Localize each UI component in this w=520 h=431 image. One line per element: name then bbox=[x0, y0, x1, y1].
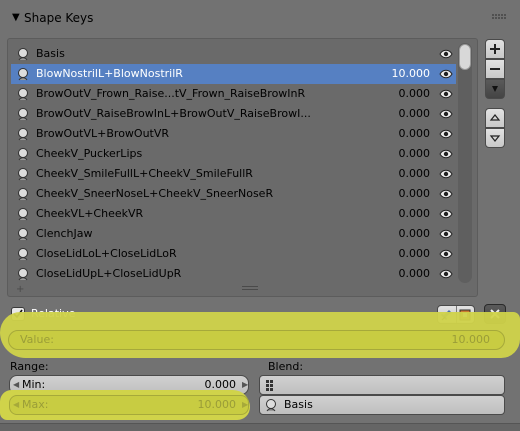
shape-key-row[interactable]: BrowOutV_Frown_Raise...tV_Frown_RaiseBro… bbox=[11, 84, 456, 104]
max-value: 10.000 bbox=[197, 398, 237, 411]
shape-key-row[interactable]: ClenchJaw 0.000 bbox=[11, 224, 456, 244]
shape-key-name: Basis bbox=[36, 47, 65, 60]
max-label: Max: bbox=[22, 398, 49, 411]
shape-key-icon bbox=[16, 67, 30, 81]
shape-key-icon bbox=[264, 398, 278, 412]
move-down-button[interactable] bbox=[485, 128, 505, 148]
shape-key-name: CheekV_PuckerLips bbox=[36, 147, 143, 160]
shape-key-value[interactable]: 0.000 bbox=[399, 127, 431, 141]
shape-key-name: CheekV_SmileFullL+CheekV_SmileFullR bbox=[36, 167, 253, 180]
filter-options-icon[interactable]: + bbox=[16, 285, 24, 295]
shape-key-value[interactable]: 0.000 bbox=[399, 187, 431, 201]
visibility-eye-icon[interactable] bbox=[439, 228, 453, 240]
relative-key-value: Basis bbox=[284, 398, 313, 411]
drag-grip-icon[interactable] bbox=[492, 14, 506, 22]
list-resize-handle[interactable] bbox=[242, 286, 258, 292]
visibility-eye-icon[interactable] bbox=[439, 88, 453, 100]
shape-key-name: BrowOutV_Frown_Raise...tV_Frown_RaiseBro… bbox=[36, 87, 306, 100]
collapse-arrow-icon[interactable]: ▼ bbox=[12, 12, 20, 24]
plus-icon bbox=[490, 44, 500, 54]
shape-key-value[interactable]: 0.000 bbox=[399, 267, 431, 281]
shape-key-row[interactable]: CheekV_PuckerLips 0.000 bbox=[11, 144, 456, 164]
max-decrement-arrow-icon[interactable]: ◀ bbox=[13, 398, 19, 412]
shape-key-icon bbox=[16, 167, 30, 181]
shape-key-value[interactable]: 10.000 bbox=[392, 67, 431, 81]
panel-header[interactable]: ▼ Shape Keys bbox=[0, 0, 520, 36]
shape-key-icon bbox=[16, 87, 30, 101]
triangle-up-icon bbox=[489, 114, 501, 121]
visibility-eye-icon[interactable] bbox=[439, 188, 453, 200]
remove-shape-key-button[interactable] bbox=[485, 59, 505, 79]
shape-key-icon bbox=[16, 47, 30, 61]
shape-key-row[interactable]: BlowNostrilL+BlowNostrilR 10.000 bbox=[11, 64, 456, 84]
triangle-down-icon bbox=[489, 135, 501, 142]
visibility-eye-icon[interactable] bbox=[439, 128, 453, 140]
shape-key-value[interactable]: 0.000 bbox=[399, 107, 431, 121]
min-increment-arrow-icon[interactable]: ▶ bbox=[242, 378, 248, 392]
shape-key-row[interactable]: Basis bbox=[11, 44, 456, 64]
visibility-eye-icon[interactable] bbox=[439, 168, 453, 180]
shape-key-icon bbox=[16, 147, 30, 161]
range-label: Range: bbox=[10, 360, 49, 373]
vertex-group-icon bbox=[264, 378, 278, 392]
shape-key-name: CheekV_SneerNoseL+CheekV_SneerNoseR bbox=[36, 187, 274, 200]
visibility-eye-icon[interactable] bbox=[439, 108, 453, 120]
shape-key-value[interactable]: 0.000 bbox=[399, 147, 431, 161]
value-slider[interactable] bbox=[8, 330, 505, 350]
shape-key-row[interactable]: CloseLidLoL+CloseLidLoR 0.000 bbox=[11, 244, 456, 264]
shape-key-icon bbox=[16, 247, 30, 261]
next-panel-edge bbox=[0, 423, 520, 431]
visibility-eye-icon[interactable] bbox=[439, 68, 453, 80]
max-increment-arrow-icon[interactable]: ▶ bbox=[242, 398, 248, 412]
shape-key-value[interactable]: 0.000 bbox=[399, 227, 431, 241]
shape-key-row[interactable]: CheekVL+CheekVR 0.000 bbox=[11, 204, 456, 224]
shape-key-name: CloseLidLoL+CloseLidLoR bbox=[36, 247, 177, 260]
shape-key-icon bbox=[16, 127, 30, 141]
menu-down-arrow-icon bbox=[492, 86, 498, 92]
shape-key-value[interactable]: 0.000 bbox=[399, 87, 431, 101]
vertex-group-field[interactable] bbox=[259, 375, 505, 395]
shape-key-row[interactable]: BrowOutVL+BrowOutVR 0.000 bbox=[11, 124, 456, 144]
shape-key-icon bbox=[16, 107, 30, 121]
shape-key-value[interactable]: 0.000 bbox=[399, 247, 431, 261]
value-label: Value: bbox=[20, 333, 54, 346]
shape-key-name: BrowOutVL+BrowOutVR bbox=[36, 127, 170, 140]
visibility-eye-icon[interactable] bbox=[439, 268, 453, 280]
list-scrollbar[interactable] bbox=[458, 43, 472, 283]
visibility-eye-icon[interactable] bbox=[439, 48, 453, 60]
panel-title: Shape Keys bbox=[24, 11, 94, 25]
shape-key-row[interactable]: CheekV_SneerNoseL+CheekV_SneerNoseR 0.000 bbox=[11, 184, 456, 204]
shape-key-value[interactable]: 0.000 bbox=[399, 167, 431, 181]
value-number: 10.000 bbox=[451, 333, 491, 346]
blend-label: Blend: bbox=[268, 360, 304, 373]
shape-key-list: Basis BlowNostrilL+BlowNostrilR 10.000 Brow… bbox=[7, 38, 478, 297]
shape-key-icon bbox=[16, 267, 30, 281]
visibility-eye-icon[interactable] bbox=[439, 248, 453, 260]
shape-key-row[interactable]: CloseLidUpL+CloseLidUpR 0.000 bbox=[11, 264, 456, 284]
shape-key-name: BrowOutV_RaiseBrowInL+BrowOutV_RaiseBrow… bbox=[36, 107, 311, 120]
shape-key-icon bbox=[16, 187, 30, 201]
shape-key-name: ClenchJaw bbox=[36, 227, 93, 240]
shape-key-specials-menu[interactable] bbox=[485, 79, 505, 99]
shape-key-value[interactable]: 0.000 bbox=[399, 207, 431, 221]
minus-icon bbox=[490, 68, 500, 70]
visibility-eye-icon[interactable] bbox=[439, 148, 453, 160]
shape-key-icon bbox=[16, 227, 30, 241]
move-up-button[interactable] bbox=[485, 108, 505, 128]
shape-key-row[interactable]: BrowOutV_RaiseBrowInL+BrowOutV_RaiseBrow… bbox=[11, 104, 456, 124]
shape-key-name: CloseLidUpL+CloseLidUpR bbox=[36, 267, 182, 280]
visibility-eye-icon[interactable] bbox=[439, 208, 453, 220]
add-shape-key-button[interactable] bbox=[485, 39, 505, 59]
shape-key-name: BlowNostrilL+BlowNostrilR bbox=[36, 67, 183, 80]
shape-key-icon bbox=[16, 207, 30, 221]
shape-key-name: CheekVL+CheekVR bbox=[36, 207, 144, 220]
shape-key-row[interactable]: CheekV_SmileFullL+CheekV_SmileFullR 0.000 bbox=[11, 164, 456, 184]
scrollbar-thumb[interactable] bbox=[459, 44, 471, 70]
